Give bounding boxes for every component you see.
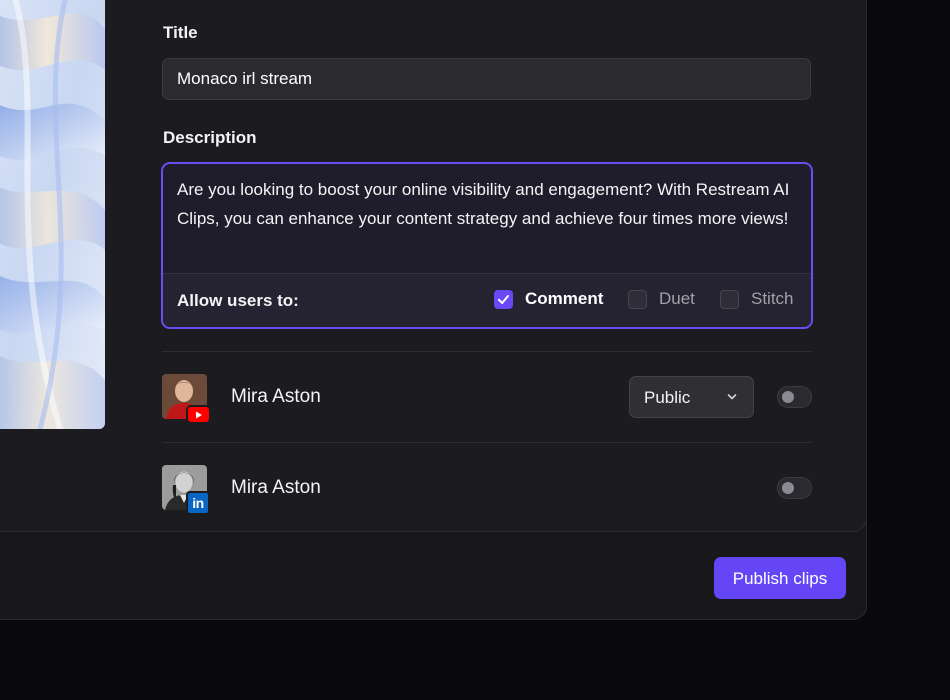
divider: [162, 351, 812, 352]
stitch-label: Stitch: [751, 289, 794, 308]
duet-label: Duet: [659, 289, 695, 308]
youtube-icon: [186, 405, 211, 424]
publish-clips-button[interactable]: Publish clips: [714, 557, 846, 599]
checkbox-checked-icon[interactable]: [494, 290, 513, 309]
checkbox-unchecked-icon[interactable]: [628, 290, 647, 309]
chevron-down-icon: [727, 394, 737, 400]
privacy-value: Public: [644, 388, 691, 407]
allow-users-bar: Allow users to: Comment Duet Stitch: [163, 273, 811, 327]
account-name: Mira Aston: [231, 477, 321, 498]
account-toggle[interactable]: [777, 386, 812, 408]
avatar: [162, 374, 211, 424]
linkedin-icon: in: [186, 491, 210, 515]
comment-checkbox[interactable]: Comment: [494, 288, 606, 312]
avatar: in: [162, 465, 210, 515]
checkbox-unchecked-icon[interactable]: [720, 290, 739, 309]
title-input[interactable]: Monaco irl stream: [162, 58, 811, 100]
duet-checkbox[interactable]: Duet: [628, 288, 703, 312]
clip-thumbnail[interactable]: [0, 0, 105, 429]
description-field[interactable]: Are you looking to boost your online vis…: [161, 162, 813, 329]
stitch-checkbox[interactable]: Stitch: [720, 288, 800, 312]
abstract-artwork-image: [0, 0, 105, 429]
description-text[interactable]: Are you looking to boost your online vis…: [177, 176, 792, 233]
privacy-dropdown[interactable]: Public: [629, 376, 754, 418]
description-label: Description: [163, 128, 257, 147]
divider: [162, 442, 812, 443]
account-toggle[interactable]: [777, 477, 812, 499]
title-label: Title: [163, 23, 198, 42]
allow-users-label: Allow users to:: [177, 291, 299, 310]
comment-label: Comment: [525, 289, 604, 308]
account-name: Mira Aston: [231, 386, 321, 407]
toggle-knob: [782, 391, 794, 403]
toggle-knob: [782, 482, 794, 494]
